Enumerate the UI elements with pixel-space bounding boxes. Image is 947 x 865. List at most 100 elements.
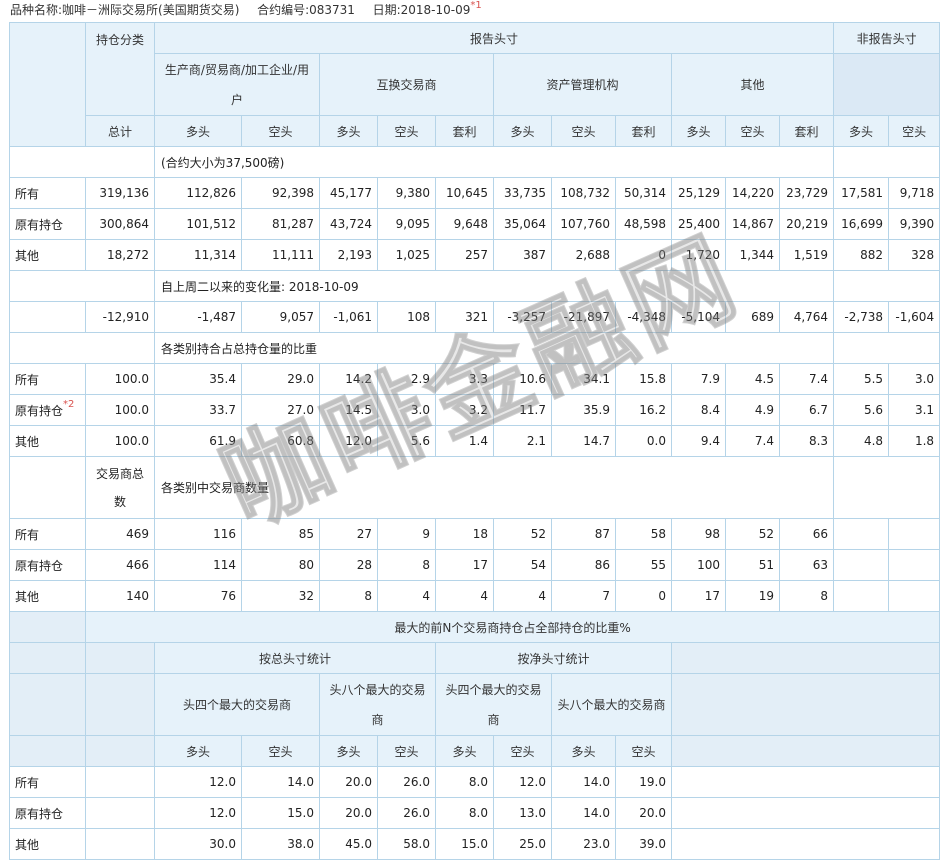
table-row: 其他 18,272 11,314 11,111 2,193 1,025 257 … xyxy=(9,239,941,271)
cell-value: 469 xyxy=(85,518,155,550)
cell-value: 6.7 xyxy=(778,394,835,426)
cell-value: 9,380 xyxy=(377,177,436,209)
cell-value: 100 xyxy=(671,549,726,581)
cell-value: 35,064 xyxy=(493,208,552,240)
cell-value: 328 xyxy=(888,239,941,271)
header-short: 空头 xyxy=(725,115,780,147)
blank-cell xyxy=(833,332,941,364)
cell-value: 14,867 xyxy=(725,208,780,240)
by-gross-position: 按总头寸统计 xyxy=(154,642,436,674)
cell-value: 257 xyxy=(435,239,494,271)
cell-value: 58.0 xyxy=(377,828,436,860)
cell-value: 32 xyxy=(241,580,320,612)
header-short: 空头 xyxy=(615,735,672,767)
cell-value: 300,864 xyxy=(85,208,155,240)
cell-value: 35.4 xyxy=(154,363,242,395)
cell-value: 466 xyxy=(85,549,155,581)
blank-cell xyxy=(888,518,941,550)
cell-value: 29.0 xyxy=(241,363,320,395)
traders-total-label: 交易商总数 xyxy=(85,456,155,519)
contract-value: 083731 xyxy=(309,3,355,17)
row-label: 原有持仓 xyxy=(9,549,86,581)
row-label: 其他 xyxy=(9,828,86,860)
header-spread: 套利 xyxy=(778,115,835,147)
header-short: 空头 xyxy=(377,115,436,147)
cell-value: 98 xyxy=(671,518,726,550)
blank-cell xyxy=(85,673,155,736)
cell-value: 4.8 xyxy=(833,425,890,457)
header-non-reportable-blank xyxy=(833,53,941,116)
cell-value: 26.0 xyxy=(377,766,436,798)
cell-value: 14.0 xyxy=(551,797,616,829)
cell-value: 1.4 xyxy=(435,425,494,457)
blank-cell xyxy=(9,735,86,767)
cell-value: 13.0 xyxy=(493,797,552,829)
blank-cell xyxy=(888,549,941,581)
cell-value: 33.7 xyxy=(154,394,242,426)
cell-value: 882 xyxy=(833,239,890,271)
cell-value: 92,398 xyxy=(241,177,320,209)
table-row: -12,910 -1,487 9,057 -1,061 108 321 -3,2… xyxy=(9,301,941,333)
contract-label: 合约编号: xyxy=(257,3,310,17)
cell-value: 11,314 xyxy=(154,239,242,271)
cell-value: 34.1 xyxy=(551,363,616,395)
by-net-position: 按净头寸统计 xyxy=(435,642,672,674)
cell-value: 3.3 xyxy=(435,363,494,395)
table-row: 原有持仓 300,864 101,512 81,287 43,724 9,095… xyxy=(9,208,941,240)
header-blank-corner xyxy=(9,22,86,147)
cell-value: 8.0 xyxy=(435,766,494,798)
blank-cell xyxy=(833,580,890,612)
blank-cell xyxy=(9,456,86,519)
cell-value: -1,604 xyxy=(888,301,941,333)
cell-value: 52 xyxy=(493,518,552,550)
cell-value: 16.2 xyxy=(615,394,672,426)
header-producer: 生产商/贸易商/加工企业/用户 xyxy=(154,53,320,116)
header-long: 多头 xyxy=(493,115,552,147)
blank-cell xyxy=(9,146,155,178)
cell-value: 10.6 xyxy=(493,363,552,395)
cell-value: 11.7 xyxy=(493,394,552,426)
cell-value: 38.0 xyxy=(241,828,320,860)
cell-value: 14.0 xyxy=(241,766,320,798)
cell-value: 0 xyxy=(615,580,672,612)
cell-value: 11,111 xyxy=(241,239,320,271)
cell-value: -21,897 xyxy=(551,301,616,333)
table-row: 所有 100.0 35.4 29.0 14.2 2.9 3.3 10.6 34.… xyxy=(9,363,941,395)
cell-value: 18,272 xyxy=(85,239,155,271)
header-managed-money: 资产管理机构 xyxy=(493,53,672,116)
cell-value: 15.8 xyxy=(615,363,672,395)
blank-cell xyxy=(833,518,890,550)
cell-value: 23.0 xyxy=(551,828,616,860)
cell-value: 9,095 xyxy=(377,208,436,240)
cell-value: 12.0 xyxy=(154,766,242,798)
cell-value: 100.0 xyxy=(85,363,155,395)
cell-value: 8.4 xyxy=(671,394,726,426)
cell-value: 54 xyxy=(493,549,552,581)
cell-value: 20.0 xyxy=(319,797,378,829)
cell-value: 9,390 xyxy=(888,208,941,240)
cell-value: 86 xyxy=(551,549,616,581)
row-label: 所有 xyxy=(9,518,86,550)
cell-value: 387 xyxy=(493,239,552,271)
cell-value: 12.0 xyxy=(493,766,552,798)
cell-value: 25,129 xyxy=(671,177,726,209)
cell-value: 1.8 xyxy=(888,425,941,457)
row-label: 原有持仓 xyxy=(9,797,86,829)
cell-value: 81,287 xyxy=(241,208,320,240)
blank-cell xyxy=(85,642,155,674)
blank-cell xyxy=(9,332,155,364)
cell-value: 14.7 xyxy=(551,425,616,457)
cell-value: 8.3 xyxy=(778,425,835,457)
cell-value: 61.9 xyxy=(154,425,242,457)
blank-cell xyxy=(9,673,86,736)
cell-value: 5.5 xyxy=(833,363,890,395)
cell-value: 689 xyxy=(725,301,780,333)
cell-value: 3.0 xyxy=(377,394,436,426)
cell-value: 58 xyxy=(615,518,672,550)
cell-value: 116 xyxy=(154,518,242,550)
cell-value: 8 xyxy=(319,580,378,612)
header-reportable: 报告头寸 xyxy=(153,22,835,54)
cell-value: 3.0 xyxy=(888,363,941,395)
header-long: 多头 xyxy=(319,115,378,147)
cell-value: 87 xyxy=(551,518,616,550)
